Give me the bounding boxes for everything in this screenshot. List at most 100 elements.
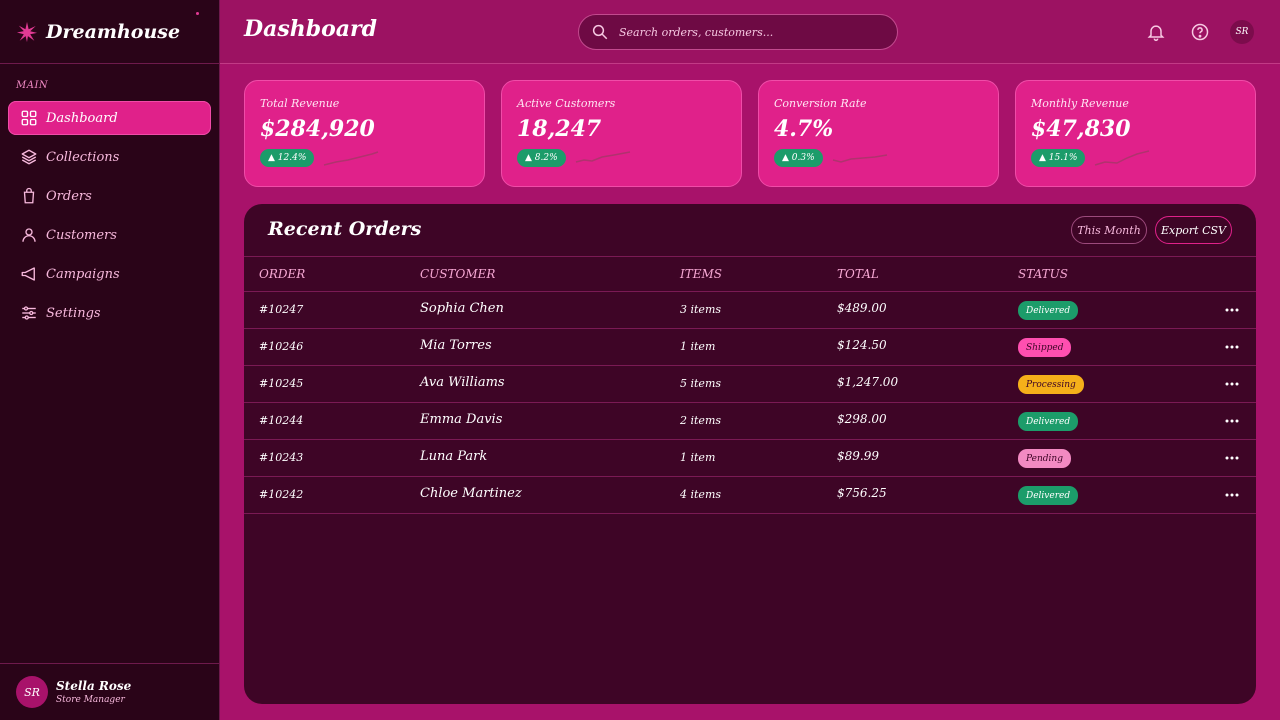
sidebar-item-label: Customers [46, 227, 117, 243]
table-row[interactable]: #10244 Emma Davis 2 items $298.00 Delivered [244, 403, 1256, 440]
trend-badge: ▲ 15.1% [1031, 149, 1086, 167]
column-header-order[interactable]: ORDER [259, 267, 305, 281]
profile-name: Stella Rose [56, 679, 132, 693]
customer-name: Emma Davis [420, 412, 503, 427]
table-row[interactable]: #10243 Luna Park 1 item $89.99 Pending [244, 440, 1256, 477]
stat-value: 18,247 [517, 116, 602, 142]
star-icon [16, 21, 38, 42]
sidebar-item-settings[interactable]: Settings [8, 296, 211, 330]
order-id[interactable]: #10244 [259, 414, 303, 427]
item-count: 2 items [680, 414, 722, 427]
order-id[interactable]: #10242 [259, 488, 303, 501]
customer-name: Luna Park [420, 449, 488, 464]
trend-badge: ▲ 12.4% [260, 149, 315, 167]
table-header: ORDER CUSTOMER ITEMS TOTAL STATUS [244, 256, 1256, 292]
sidebar-item-label: Dashboard [46, 110, 118, 126]
recent-orders-panel: Recent Orders This Month Export CSV ORDE… [244, 204, 1256, 704]
sidebar-item-label: Campaigns [46, 266, 120, 282]
order-id[interactable]: #10246 [259, 340, 303, 353]
this-month-button[interactable]: This Month [1071, 216, 1147, 244]
search-bar[interactable] [578, 14, 898, 50]
help-icon[interactable] [1190, 22, 1210, 42]
status-badge: Delivered [1018, 412, 1079, 431]
stat-value: $47,830 [1031, 116, 1131, 142]
more-options-icon[interactable] [1224, 378, 1240, 390]
sparkle-icon [196, 12, 199, 15]
megaphone-icon [21, 267, 35, 281]
sliders-icon [22, 306, 36, 320]
item-count: 5 items [680, 377, 722, 390]
stat-card-active-customers: Active Customers 18,247 ▲ 8.2% [501, 80, 742, 187]
customer-name: Chloe Martinez [420, 486, 522, 501]
sparkline [1095, 150, 1150, 166]
item-count: 4 items [680, 488, 722, 501]
order-id[interactable]: #10245 [259, 377, 303, 390]
nav-section-label: MAIN [16, 80, 49, 91]
more-options-icon[interactable] [1224, 341, 1240, 353]
table-row[interactable]: #10247 Sophia Chen 3 items $489.00 Delivered [244, 292, 1256, 329]
table-row[interactable]: #10246 Mia Torres 1 item $124.50 Shipped [244, 329, 1256, 366]
more-options-icon[interactable] [1224, 304, 1240, 316]
profile-role: Store Manager [56, 695, 125, 705]
stat-card-monthly-revenue: Monthly Revenue $47,830 ▲ 15.1% [1015, 80, 1256, 187]
more-options-icon[interactable] [1224, 489, 1240, 501]
bell-icon[interactable] [1146, 22, 1166, 42]
stat-label: Monthly Revenue [1031, 97, 1129, 110]
stat-value: 4.7% [774, 116, 834, 142]
search-icon [592, 24, 608, 40]
more-options-icon[interactable] [1224, 452, 1240, 464]
trend-badge: ▲ 0.3% [774, 149, 823, 167]
bag-icon [23, 187, 35, 204]
header-avatar[interactable]: SR [1230, 20, 1254, 44]
grid-icon [21, 110, 37, 126]
sidebar-item-customers[interactable]: Customers [8, 218, 211, 252]
order-id[interactable]: #10247 [259, 303, 303, 316]
search-input[interactable] [619, 25, 879, 39]
stat-card-conversion-rate: Conversion Rate 4.7% ▲ 0.3% [758, 80, 999, 187]
status-badge: Processing [1018, 375, 1084, 394]
column-header-customer[interactable]: CUSTOMER [420, 267, 495, 281]
column-header-items[interactable]: ITEMS [680, 267, 722, 281]
table-row[interactable]: #10245 Ava Williams 5 items $1,247.00 Proces… [244, 366, 1256, 403]
status-badge: Shipped [1018, 338, 1072, 357]
stat-label: Conversion Rate [774, 97, 867, 110]
order-total: $489.00 [837, 301, 887, 315]
avatar: SR [16, 676, 48, 708]
table-row[interactable]: #10242 Chloe Martinez 4 items $756.25 Delive… [244, 477, 1256, 514]
order-id[interactable]: #10243 [259, 451, 303, 464]
customer-name: Mia Torres [420, 338, 492, 353]
order-total: $1,247.00 [837, 375, 899, 389]
panel-title: Recent Orders [268, 218, 422, 240]
export-csv-button[interactable]: Export CSV [1155, 216, 1232, 244]
sidebar-item-dashboard[interactable]: Dashboard [8, 101, 211, 135]
trend-badge: ▲ 8.2% [517, 149, 566, 167]
sparkline [832, 154, 887, 163]
order-total: $124.50 [837, 338, 887, 352]
top-header: Dashboard SR [220, 0, 1280, 64]
column-header-total[interactable]: TOTAL [837, 267, 879, 281]
item-count: 3 items [680, 303, 722, 316]
user-icon [22, 228, 36, 242]
order-total: $89.99 [837, 449, 879, 463]
sidebar-item-orders[interactable]: Orders [8, 179, 211, 213]
item-count: 1 item [680, 340, 716, 353]
column-header-status[interactable]: STATUS [1018, 267, 1068, 281]
user-profile[interactable]: SR Stella Rose Store Manager [0, 663, 219, 720]
sparkline [324, 151, 379, 166]
item-count: 1 item [680, 451, 716, 464]
stat-card-total-revenue: Total Revenue $284,920 ▲ 12.4% [244, 80, 485, 187]
order-total: $756.25 [837, 486, 887, 500]
status-badge: Delivered [1018, 301, 1079, 320]
sidebar-item-collections[interactable]: Collections [8, 140, 211, 174]
sidebar-item-label: Orders [46, 188, 92, 204]
brand[interactable]: Dreamhouse [0, 0, 219, 64]
sidebar-item-campaigns[interactable]: Campaigns [8, 257, 211, 291]
sparkline [575, 151, 630, 163]
sidebar-item-label: Settings [46, 305, 101, 321]
sidebar-item-label: Collections [46, 149, 120, 165]
customer-name: Sophia Chen [420, 301, 504, 316]
layers-icon [21, 149, 37, 165]
customer-name: Ava Williams [420, 375, 505, 390]
more-options-icon[interactable] [1224, 415, 1240, 427]
status-badge: Pending [1018, 449, 1071, 468]
